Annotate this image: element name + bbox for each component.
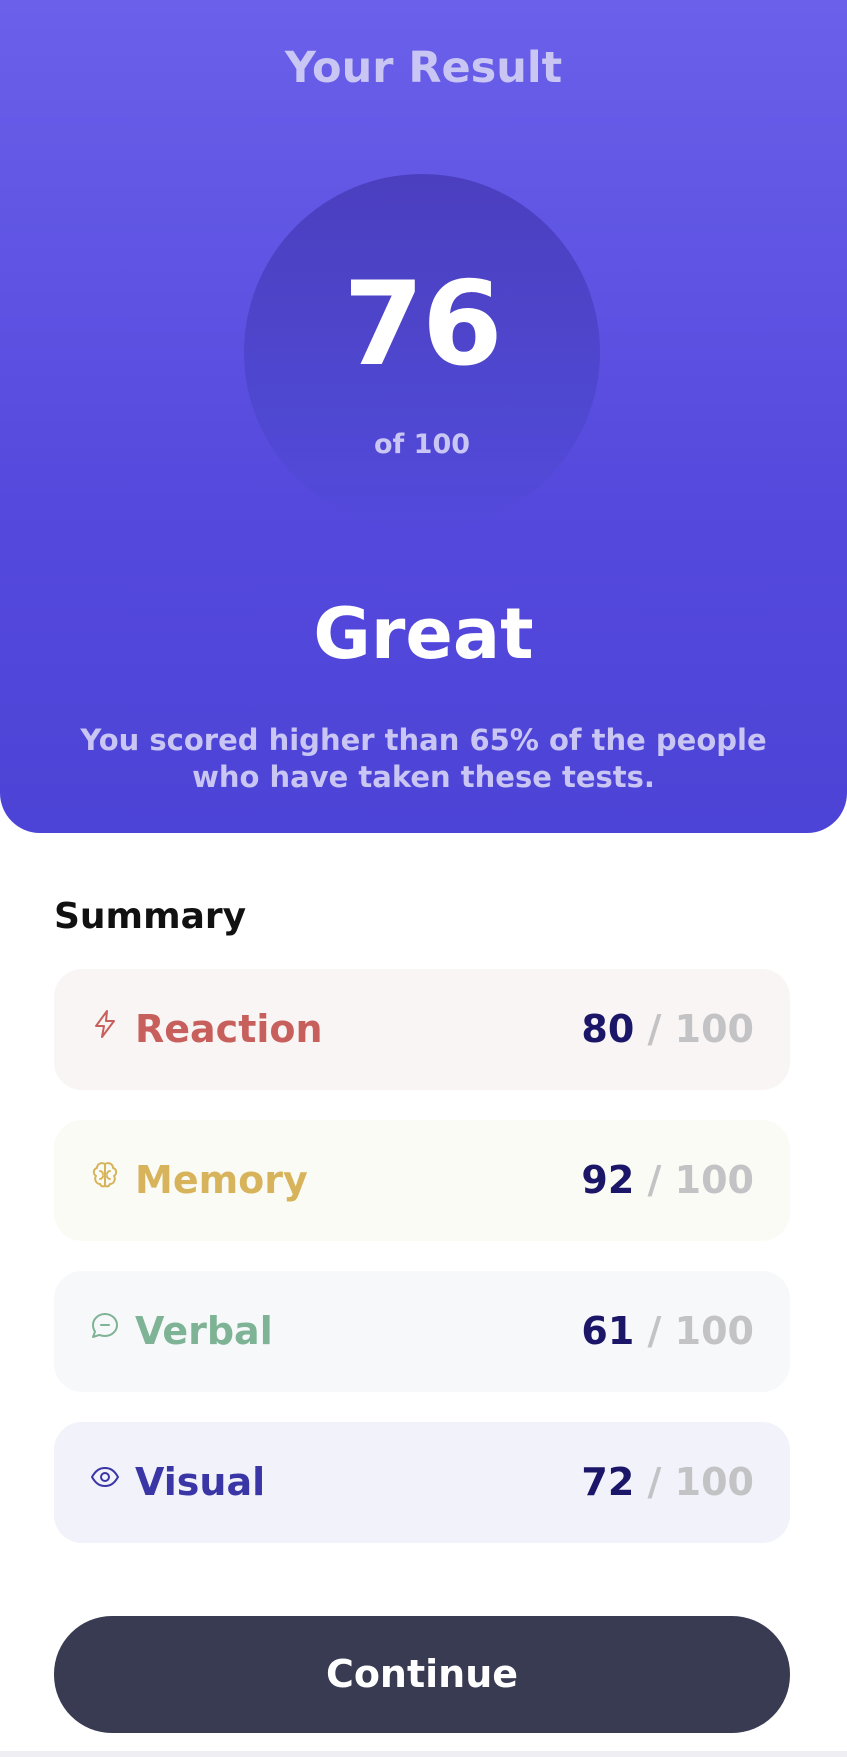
summary-item-score: 61 / 100 bbox=[581, 1307, 754, 1355]
summary-item-label: Visual bbox=[135, 1460, 266, 1504]
rating-label: Great bbox=[313, 593, 534, 675]
score-value-text: 92 bbox=[581, 1158, 635, 1202]
score-separator: / bbox=[647, 1158, 662, 1202]
summary-list: Reaction 80 / 100 Memory 92 / 100 Verbal… bbox=[54, 969, 790, 1573]
chat-bubble-icon bbox=[90, 1311, 120, 1341]
score-separator: / bbox=[647, 1309, 662, 1353]
summary-item-score: 80 / 100 bbox=[581, 1005, 754, 1053]
result-panel: Your Result 76 of 100 Great You scored h… bbox=[0, 0, 847, 833]
continue-button[interactable]: Continue bbox=[54, 1616, 790, 1733]
summary-item-memory: Memory 92 / 100 bbox=[54, 1120, 790, 1241]
score-max-text: 100 bbox=[674, 1460, 754, 1504]
summary-item-label: Reaction bbox=[135, 1007, 323, 1051]
summary-item-label: Verbal bbox=[135, 1309, 273, 1353]
score-max-text: 100 bbox=[674, 1309, 754, 1353]
score-total: of 100 bbox=[373, 429, 471, 460]
score-value-text: 72 bbox=[581, 1460, 635, 1504]
score-value: 76 bbox=[343, 257, 502, 392]
lightning-icon bbox=[90, 1009, 120, 1039]
score-max-text: 100 bbox=[674, 1158, 754, 1202]
eye-icon bbox=[90, 1462, 120, 1492]
summary-item-score: 72 / 100 bbox=[581, 1458, 754, 1506]
summary-item-verbal: Verbal 61 / 100 bbox=[54, 1271, 790, 1392]
result-title: Your Result bbox=[284, 43, 563, 93]
score-circle: 76 of 100 bbox=[244, 174, 600, 530]
rating-description: You scored higher than 65% of the people… bbox=[80, 723, 767, 794]
summary-item-label: Memory bbox=[135, 1158, 308, 1202]
score-value-text: 80 bbox=[581, 1007, 635, 1051]
score-separator: / bbox=[647, 1460, 662, 1504]
summary-item-visual: Visual 72 / 100 bbox=[54, 1422, 790, 1543]
score-value-text: 61 bbox=[581, 1309, 635, 1353]
score-separator: / bbox=[647, 1007, 662, 1051]
summary-heading: Summary bbox=[54, 896, 247, 937]
score-max-text: 100 bbox=[674, 1007, 754, 1051]
summary-item-score: 92 / 100 bbox=[581, 1156, 754, 1204]
summary-item-reaction: Reaction 80 / 100 bbox=[54, 969, 790, 1090]
brain-icon bbox=[90, 1160, 120, 1190]
bottom-divider bbox=[0, 1751, 847, 1757]
